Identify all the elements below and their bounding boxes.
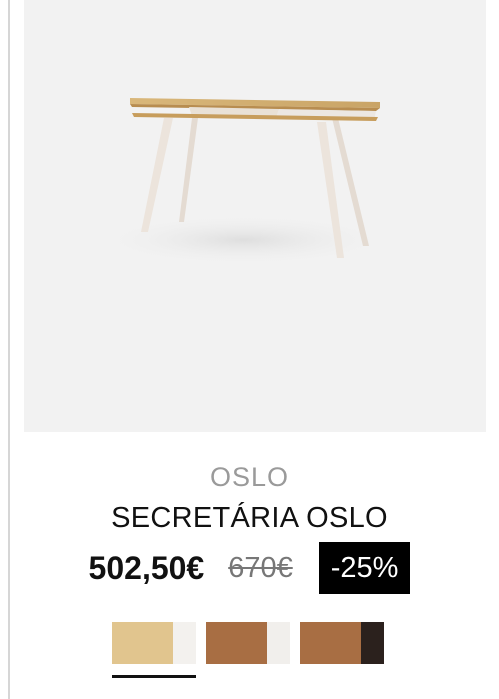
desk-illustration: [94, 98, 394, 266]
swatch-tone-color: [361, 622, 384, 664]
product-title[interactable]: SECRETÁRIA OSLO: [0, 502, 499, 535]
swatch-wood-color: [300, 622, 361, 664]
swatch-tone-color: [173, 622, 196, 664]
discount-badge: -25%: [318, 542, 411, 594]
product-brand[interactable]: OSLO: [0, 462, 499, 493]
swatch-oak-white[interactable]: [112, 622, 196, 678]
left-divider: [8, 0, 10, 699]
product-image[interactable]: [24, 0, 486, 432]
original-price: 670€: [228, 551, 293, 584]
color-swatches: [112, 622, 394, 678]
swatch-wood-color: [206, 622, 267, 664]
price-row: 502,50€ 670€ -25%: [0, 542, 499, 594]
swatch-walnut-black[interactable]: [300, 622, 384, 664]
product-card: OSLO SECRETÁRIA OSLO 502,50€ 670€ -25%: [0, 0, 499, 699]
swatch-wood-color: [112, 622, 173, 664]
current-price: 502,50€: [88, 549, 205, 586]
swatch-tone-color: [267, 622, 290, 664]
swatch-walnut-white[interactable]: [206, 622, 290, 664]
